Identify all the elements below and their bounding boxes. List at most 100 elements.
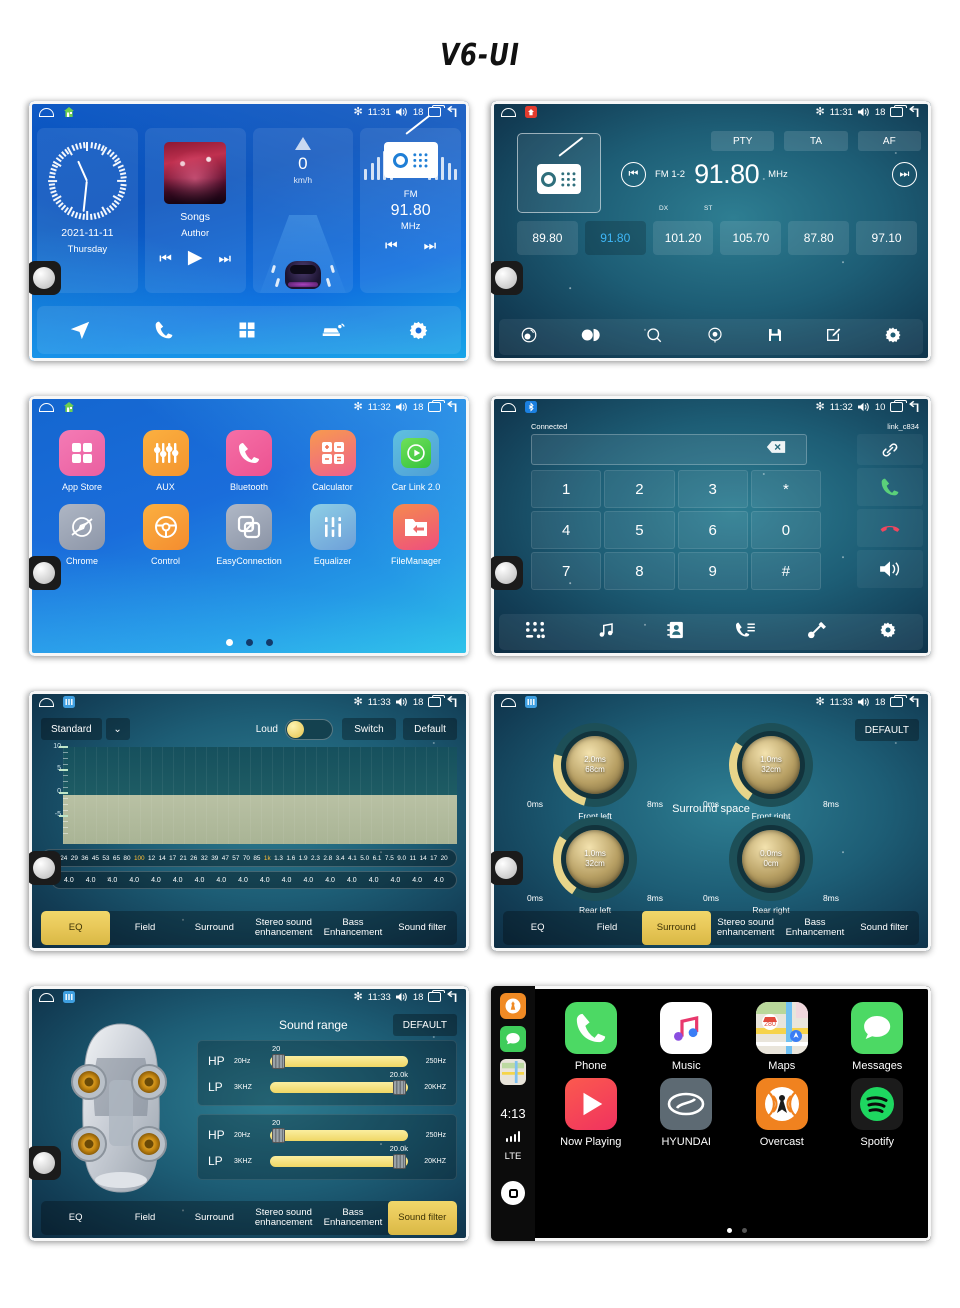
home-outline-icon[interactable] [501,402,516,412]
dial-key[interactable]: 8 [604,552,675,590]
dial-key[interactable]: 6 [677,511,748,549]
tab-field[interactable]: Field [572,911,641,945]
dial-key[interactable]: 7 [531,552,602,590]
preset-button-active[interactable]: 91.80 [584,221,646,255]
home-outline-icon[interactable] [39,697,54,707]
save-icon[interactable] [767,327,783,348]
recent-apps-icon[interactable] [890,104,907,117]
carplay-app-now-playing[interactable]: Now Playing [548,1078,634,1148]
default-button[interactable]: Default [403,718,457,740]
back-arrow-icon[interactable]: ↰ [445,105,461,120]
tune-up-button[interactable]: ⏭ [892,162,917,187]
knob-front-left[interactable]: 2.0ms 68cm 0ms 8ms Front left [527,707,663,823]
tab-eq[interactable]: EQ [41,911,111,945]
settings-icon[interactable] [408,320,429,341]
carplay-app-music[interactable]: Music [643,1002,729,1072]
apps-icon[interactable] [237,320,257,340]
carplay-app-maps[interactable]: 280 Maps [739,1002,825,1072]
recent-apps-icon[interactable] [428,989,445,1002]
q-scale[interactable]: 4.0 4.0 4.0 4.0 4.0 4.0 4.0 4.0 4.0 4.0 … [51,871,457,889]
rotary-knob[interactable] [29,1146,61,1180]
chevron-down-icon[interactable]: ⌄ [105,718,130,740]
page-dot[interactable] [727,1228,732,1233]
carplay-app-messages[interactable]: Messages [834,1002,920,1072]
rotary-knob[interactable] [491,261,523,295]
tab-eq[interactable]: EQ [503,911,572,945]
app-shortcut-icon[interactable] [63,401,75,413]
hp-slider[interactable]: 20 [270,1118,408,1143]
app-shortcut-icon[interactable] [525,401,537,413]
default-button[interactable]: DEFAULT [392,1014,457,1036]
recent-apps-icon[interactable] [428,104,445,117]
app-item-app-store[interactable]: App Store [43,430,121,492]
tab-surround[interactable]: Surround [641,911,711,945]
preset-button[interactable]: 89.80 [517,221,578,255]
music-icon[interactable] [597,621,615,644]
tune-down-button[interactable]: ⏮ [621,162,646,187]
app-item-easyconnection[interactable]: EasyConnection [210,504,288,566]
preset-button[interactable]: 97.10 [856,221,917,255]
carplay-app-overcast[interactable]: Overcast [739,1078,825,1148]
switch-button[interactable]: Switch [342,718,396,740]
home-outline-icon[interactable] [501,697,516,707]
call-end-icon[interactable] [857,509,923,547]
back-arrow-icon[interactable]: ↰ [445,990,461,1005]
speaker-icon[interactable] [857,550,923,588]
speed-widget[interactable]: 0 km/h [252,128,354,293]
radio-next-button[interactable]: ⏭ [424,238,437,252]
prev-button[interactable]: ⏮ [159,251,172,265]
app-item-control[interactable]: Control [127,504,205,566]
dx-label[interactable]: DX [659,205,668,212]
app-item-calculator[interactable]: Calculator [294,430,372,492]
scan-search-icon[interactable] [645,326,663,349]
ta-button[interactable]: TA [784,131,848,151]
back-arrow-icon[interactable]: ↰ [907,400,923,415]
preset-button[interactable]: 105.70 [720,221,782,255]
rotary-knob[interactable] [491,851,523,885]
overcast-icon[interactable] [500,993,526,1019]
app-shortcut-icon[interactable] [63,991,75,1003]
frequency-scale[interactable]: 20 24 29 36 45 53 65 80 100 12 14 17 21 … [41,849,457,867]
edit-icon[interactable] [825,327,841,348]
play-button[interactable]: ▶ [188,248,203,267]
music-widget[interactable]: Songs Author ⏮ ▶ ⏭ [144,128,246,293]
app-item-filemanager[interactable]: FileManager [377,504,455,566]
hp-slider[interactable]: 20 [270,1044,408,1069]
tab-bass-enhancement[interactable]: Bass Enhancement [318,1201,387,1235]
home-outline-icon[interactable] [501,107,516,117]
app-item-aux[interactable]: AUX [127,430,205,492]
dial-key[interactable]: 9 [677,552,748,590]
bluetooth-connect-icon[interactable] [807,621,827,644]
af-button[interactable]: AF [857,131,921,151]
preset-selector[interactable]: Standard [41,718,102,740]
tab-eq[interactable]: EQ [41,1201,110,1235]
tab-surround[interactable]: Surround [180,1201,249,1235]
app-shortcut-icon[interactable] [63,696,75,708]
car-link-icon[interactable] [321,320,345,340]
tab-stereo-sound-enhancement[interactable]: Stereo sound enhancement [711,911,780,945]
app-item-equalizer[interactable]: Equalizer [294,504,372,566]
page-dot[interactable] [225,639,233,646]
app-shortcut-icon[interactable] [525,696,537,708]
next-button[interactable]: ⏭ [218,251,231,265]
rotary-knob[interactable] [29,851,61,885]
pty-button[interactable]: PTY [711,131,775,151]
dial-key[interactable]: 5 [604,511,675,549]
dialpad-icon[interactable] [525,621,545,644]
page-dot[interactable] [265,639,273,646]
backspace-icon[interactable] [766,440,786,459]
recent-apps-icon[interactable] [428,399,445,412]
call-answer-icon[interactable] [857,468,923,506]
carplay-app-spotify[interactable]: Spotify [834,1078,920,1148]
maps-icon[interactable] [500,1059,526,1085]
tab-bass-enhancement[interactable]: Bass Enhancement [780,911,849,945]
settings-icon[interactable] [884,326,902,349]
call-history-icon[interactable] [735,621,756,644]
recent-apps-icon[interactable] [428,694,445,707]
rotary-knob[interactable] [491,556,523,590]
tab-field[interactable]: Field [110,1201,179,1235]
tab-field[interactable]: Field [110,911,179,945]
settings-icon[interactable] [879,621,897,644]
app-shortcut-icon[interactable] [63,106,75,118]
knob-rear-right[interactable]: 0.0ms 0cm 0ms 8ms Rear right [703,817,839,915]
